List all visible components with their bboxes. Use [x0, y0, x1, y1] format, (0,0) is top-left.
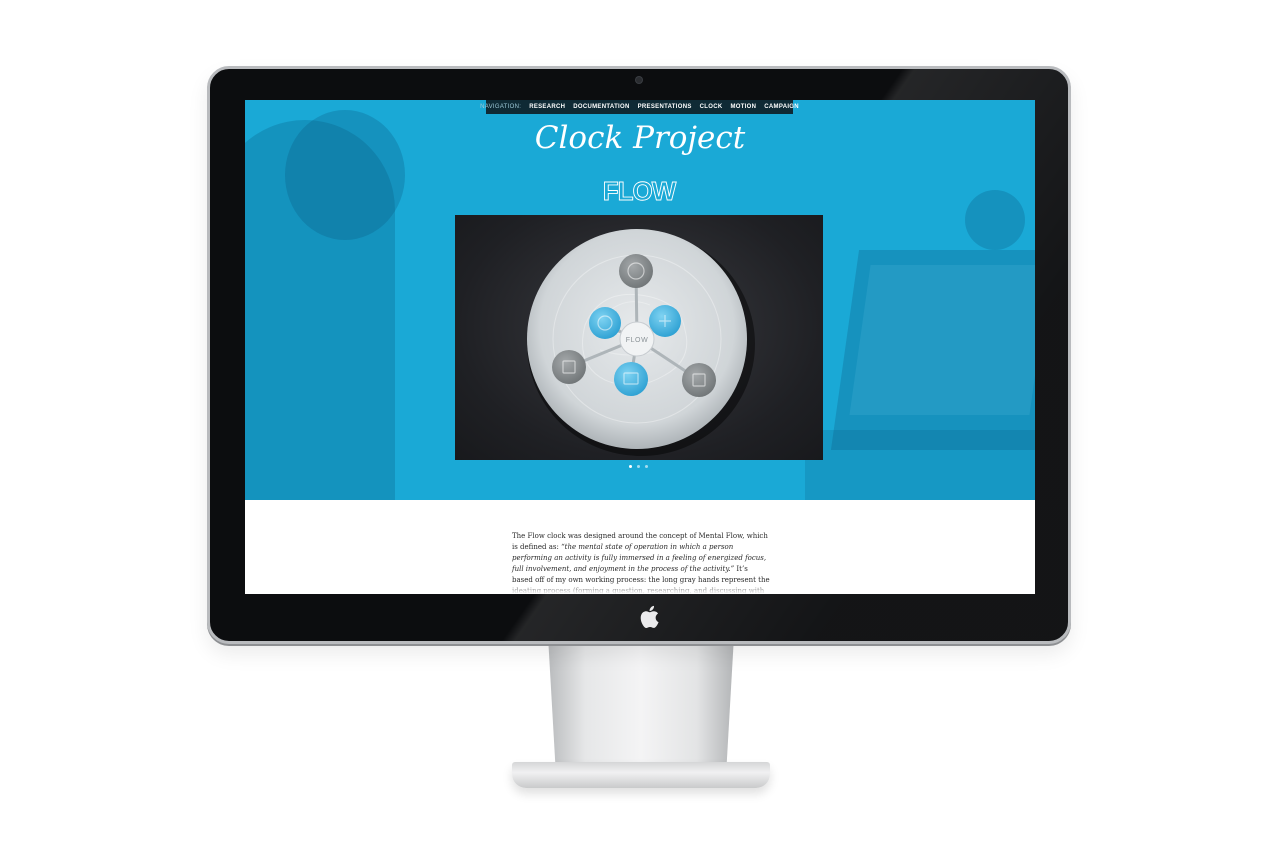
svg-text:FLOW: FLOW: [603, 178, 677, 206]
svg-text:FLOW: FLOW: [626, 337, 649, 344]
website-screen: NAVIGATION: RESEARCH DOCUMENTATION PRESE…: [245, 100, 1035, 594]
carousel-slide[interactable]: FLOW: [455, 215, 823, 460]
nav-item-research[interactable]: RESEARCH: [529, 104, 565, 110]
hero-background-object: [965, 190, 1025, 250]
hero-background-laptop-screen: [849, 265, 1035, 415]
flow-clock-image: FLOW: [527, 229, 755, 456]
hero-section: NAVIGATION: RESEARCH DOCUMENTATION PRESE…: [245, 100, 1035, 500]
page-title: Clock Project: [534, 120, 746, 156]
nav-label: NAVIGATION:: [480, 104, 522, 110]
monitor-stand-base: [512, 762, 770, 788]
carousel-dot-3[interactable]: [645, 465, 648, 468]
carousel-dot-2[interactable]: [637, 465, 640, 468]
carousel-dots: [629, 465, 648, 468]
monitor-stand: [548, 636, 734, 766]
apple-logo-icon: [640, 605, 659, 628]
nav-item-clock[interactable]: CLOCK: [700, 104, 723, 110]
bottom-fade: [245, 584, 1035, 594]
camera-icon: [636, 77, 642, 83]
nav-item-documentation[interactable]: DOCUMENTATION: [573, 104, 629, 110]
hero-background-keyboard: [805, 430, 1035, 500]
top-navigation: NAVIGATION: RESEARCH DOCUMENTATION PRESE…: [480, 100, 799, 114]
nav-item-motion[interactable]: MOTION: [730, 104, 756, 110]
nav-item-presentations[interactable]: PRESENTATIONS: [638, 104, 692, 110]
flow-logo: FLOW: [602, 178, 678, 206]
nav-item-campaign[interactable]: CAMPAIGN: [764, 104, 799, 110]
carousel-dot-1[interactable]: [629, 465, 632, 468]
